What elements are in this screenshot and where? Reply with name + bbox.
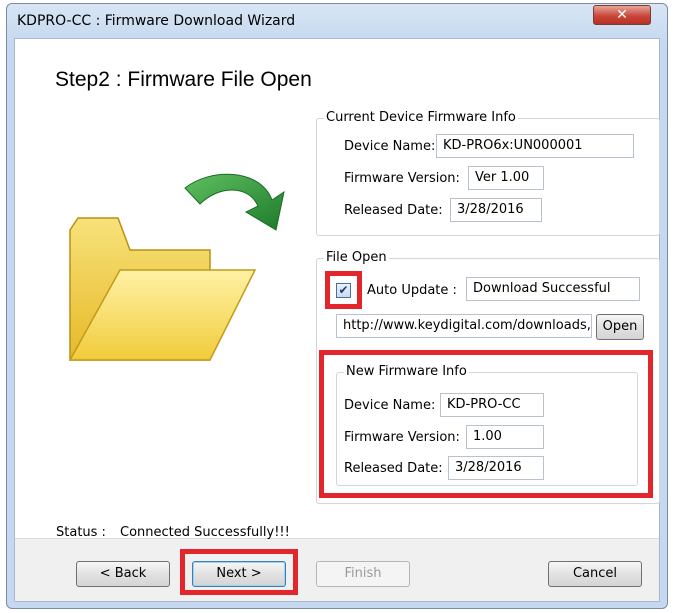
current-device-name-label: Device Name: bbox=[344, 139, 436, 154]
new-firmware-legend: New Firmware Info bbox=[344, 364, 469, 379]
title-bar: KDPRO-CC : Firmware Download Wizard ✕ bbox=[7, 4, 667, 38]
window-title: KDPRO-CC : Firmware Download Wizard bbox=[17, 13, 296, 29]
finish-button: Finish bbox=[316, 561, 410, 587]
folder-open-icon bbox=[68, 173, 285, 361]
open-button[interactable]: Open bbox=[596, 314, 644, 340]
next-button-highlight bbox=[180, 549, 298, 595]
back-button[interactable]: < Back bbox=[76, 561, 170, 587]
cancel-button[interactable]: Cancel bbox=[548, 561, 642, 587]
current-released-field[interactable]: 3/28/2016 bbox=[450, 198, 542, 222]
new-fw-version-label: Firmware Version: bbox=[344, 430, 460, 445]
green-arrow-icon bbox=[184, 173, 285, 231]
firmware-url-field[interactable]: http://www.keydigital.com/downloads, bbox=[336, 314, 592, 338]
new-released-field[interactable]: 3/28/2016 bbox=[448, 456, 544, 480]
current-device-name-field[interactable]: KD-PRO6x:UN000001 bbox=[436, 134, 634, 158]
auto-update-label: Auto Update : bbox=[367, 283, 457, 298]
auto-update-status-field[interactable]: Download Successful bbox=[466, 277, 640, 301]
current-fw-version-label: Firmware Version: bbox=[344, 171, 460, 186]
file-open-legend: File Open bbox=[324, 250, 389, 265]
new-device-name-label: Device Name: bbox=[344, 398, 436, 413]
current-firmware-legend: Current Device Firmware Info bbox=[324, 110, 518, 125]
new-released-label: Released Date: bbox=[344, 461, 443, 476]
step-title: Step2 : Firmware File Open bbox=[55, 68, 312, 91]
status-label: Status : bbox=[56, 525, 106, 540]
current-fw-version-field[interactable]: Ver 1.00 bbox=[468, 166, 544, 190]
new-device-name-field[interactable]: KD-PRO-CC bbox=[440, 393, 544, 417]
close-button[interactable]: ✕ bbox=[593, 5, 651, 25]
status-value: Connected Successfully!!! bbox=[120, 525, 290, 540]
current-released-label: Released Date: bbox=[344, 203, 443, 218]
new-fw-version-field[interactable]: 1.00 bbox=[466, 425, 544, 449]
auto-update-highlight bbox=[325, 271, 362, 309]
